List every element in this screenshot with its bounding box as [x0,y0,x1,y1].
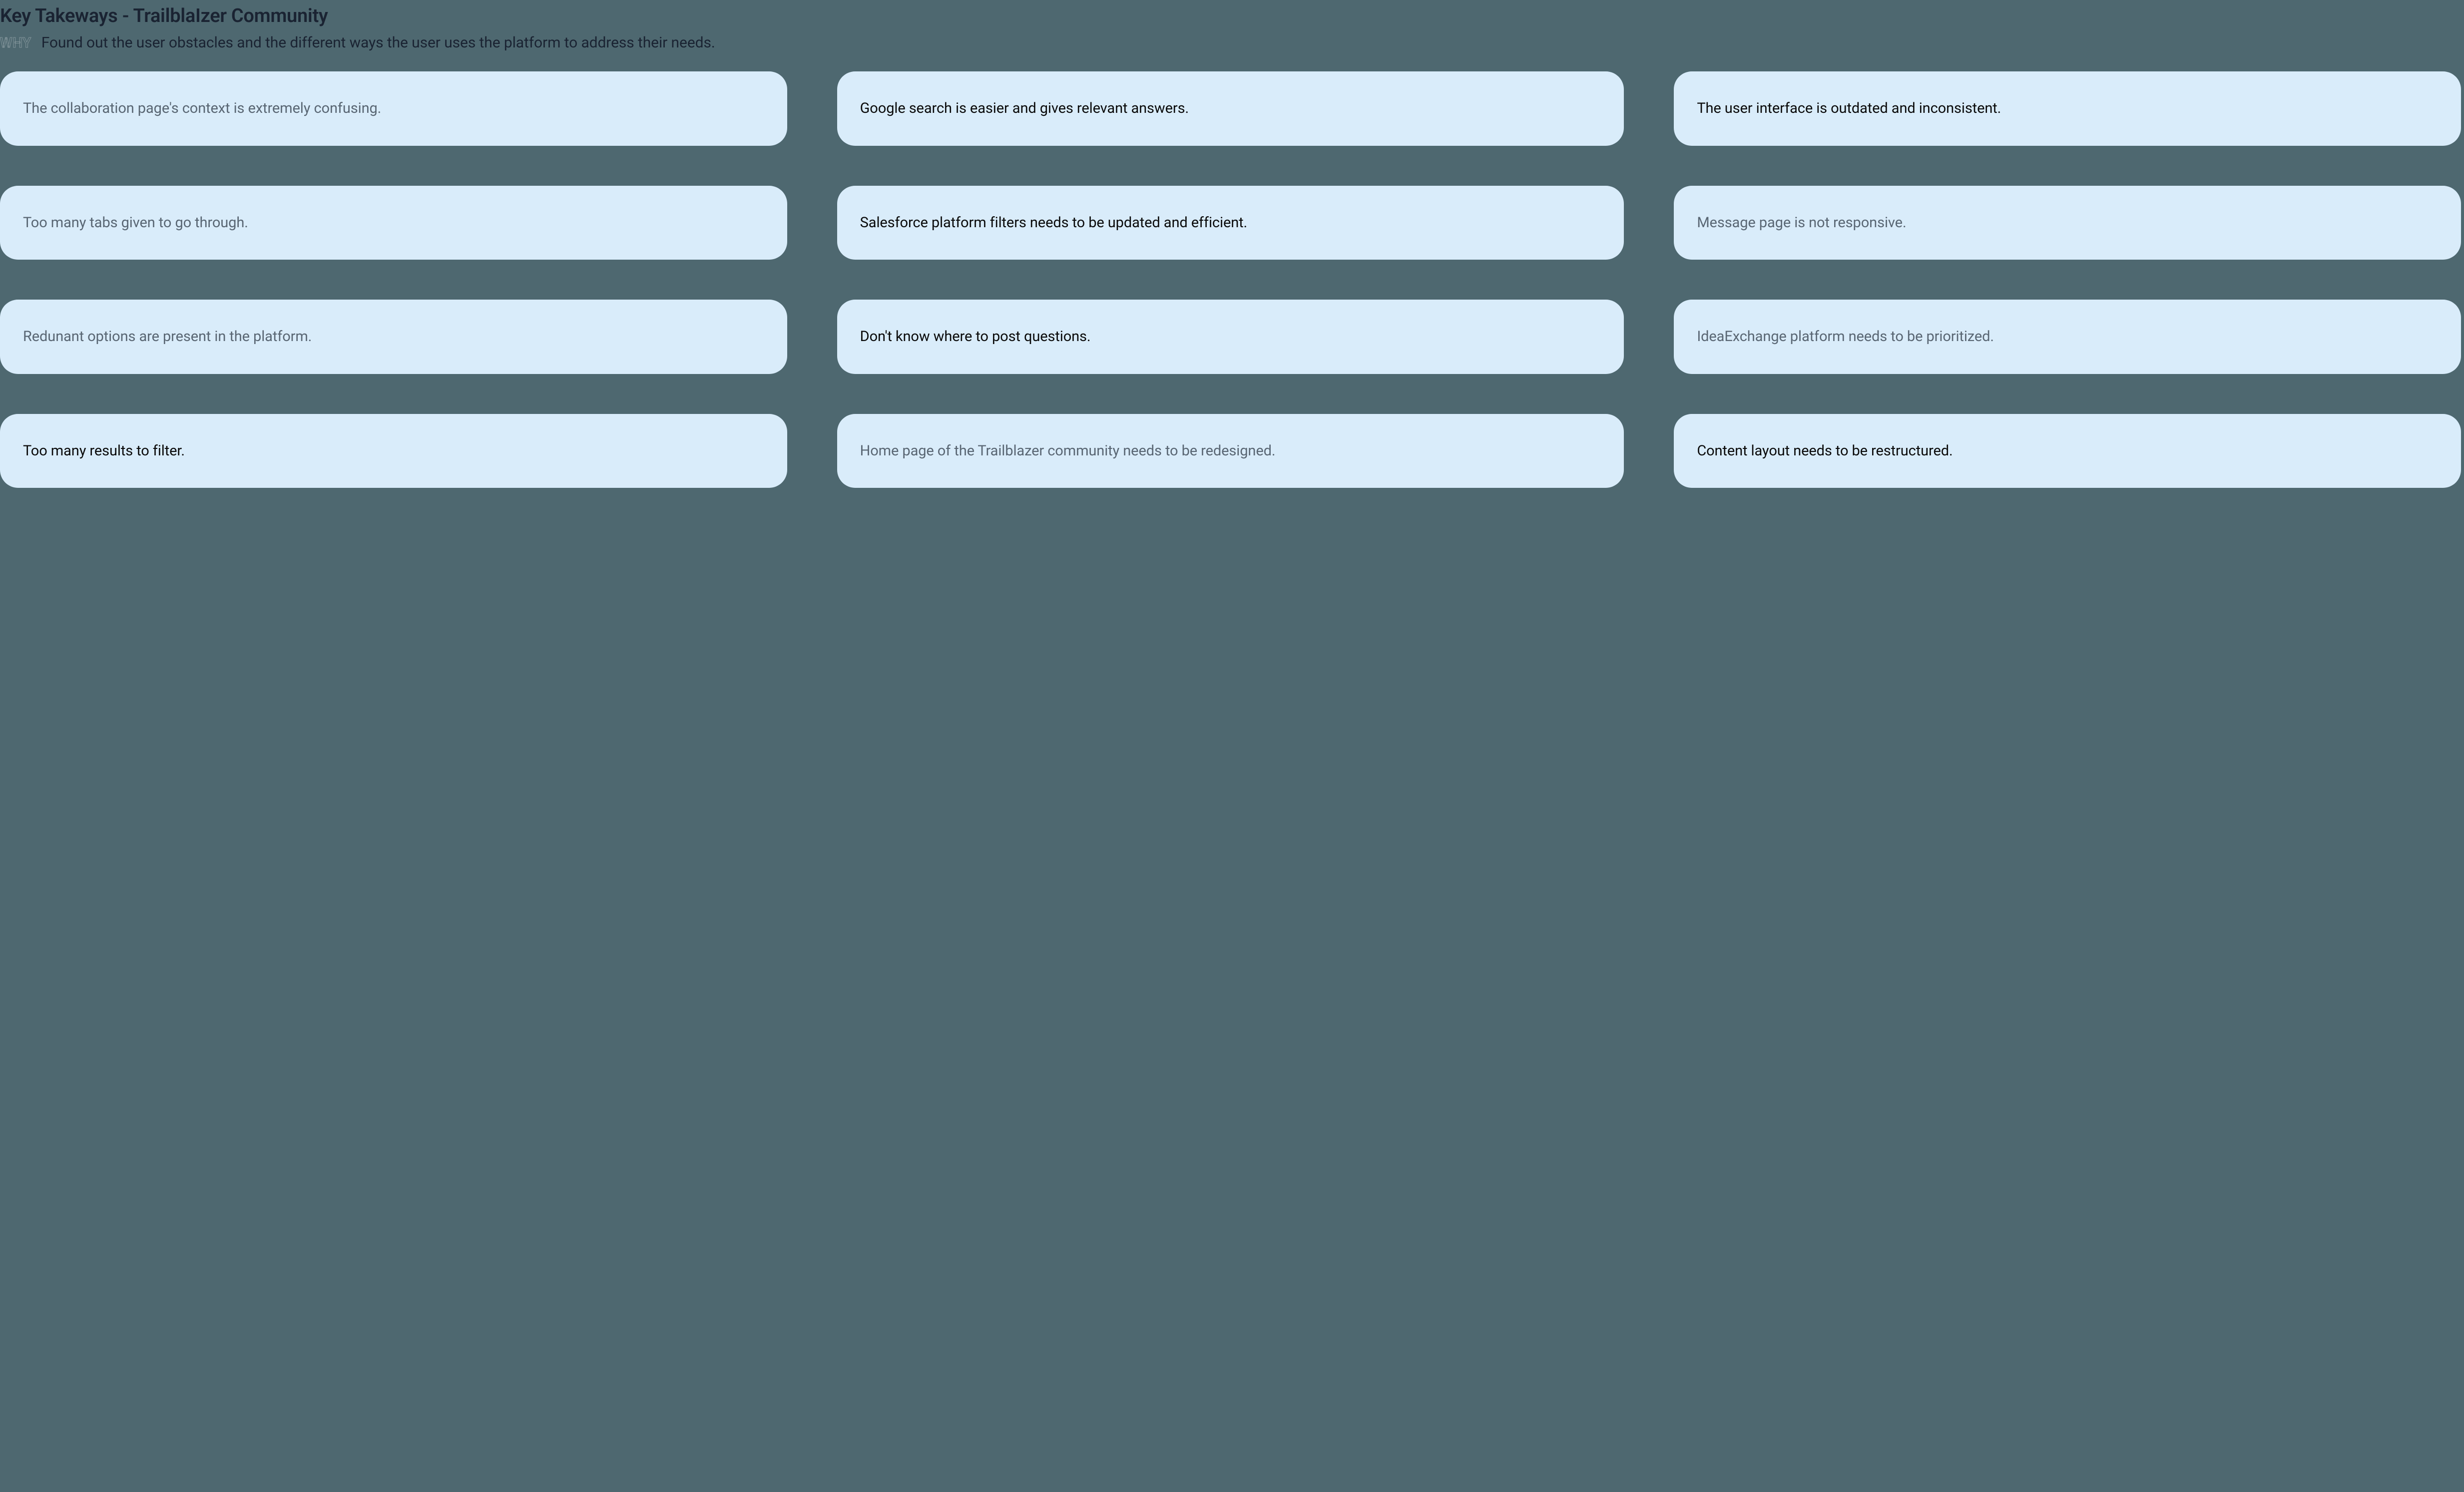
takeaway-text: IdeaExchange platform needs to be priori… [1697,327,1994,347]
takeaway-text: Content layout needs to be restructured. [1697,441,1953,461]
takeaways-grid: The collaboration page's context is extr… [0,71,2464,488]
takeaway-text: Redunant options are present in the plat… [23,327,312,347]
takeaway-card: The collaboration page's context is extr… [0,71,787,146]
takeaway-text: Too many tabs given to go through. [23,213,248,233]
subtitle-text: Found out the user obstacles and the dif… [41,34,715,51]
takeaway-text: The collaboration page's context is extr… [23,98,381,119]
takeaway-card: Redunant options are present in the plat… [0,300,787,374]
takeaway-card: The user interface is outdated and incon… [1674,71,2461,146]
why-label: WHY [0,34,31,51]
header: Key Takeways - TrailblaIzer Community WH… [0,5,2464,71]
takeaway-text: Salesforce platform filters needs to be … [860,213,1247,233]
takeaway-card: Too many results to filter. [0,414,787,488]
takeaway-card: Google search is easier and gives releva… [837,71,1624,146]
takeaway-card: Content layout needs to be restructured. [1674,414,2461,488]
takeaway-text: The user interface is outdated and incon… [1697,98,2001,119]
takeaway-card: Salesforce platform filters needs to be … [837,186,1624,260]
takeaway-card: Don't know where to post questions. [837,300,1624,374]
takeaway-card: Message page is not responsive. [1674,186,2461,260]
takeaway-text: Home page of the Trailblazer community n… [860,441,1276,461]
takeaway-text: Too many results to filter. [23,441,185,461]
takeaway-text: Google search is easier and gives releva… [860,98,1189,119]
takeaway-card: Home page of the Trailblazer community n… [837,414,1624,488]
takeaway-text: Don't know where to post questions. [860,327,1091,347]
page-title: Key Takeways - TrailblaIzer Community [0,5,2461,27]
takeaway-card: IdeaExchange platform needs to be priori… [1674,300,2461,374]
takeaway-card: Too many tabs given to go through. [0,186,787,260]
takeaway-text: Message page is not responsive. [1697,213,1906,233]
subtitle-row: WHY Found out the user obstacles and the… [0,34,2461,51]
